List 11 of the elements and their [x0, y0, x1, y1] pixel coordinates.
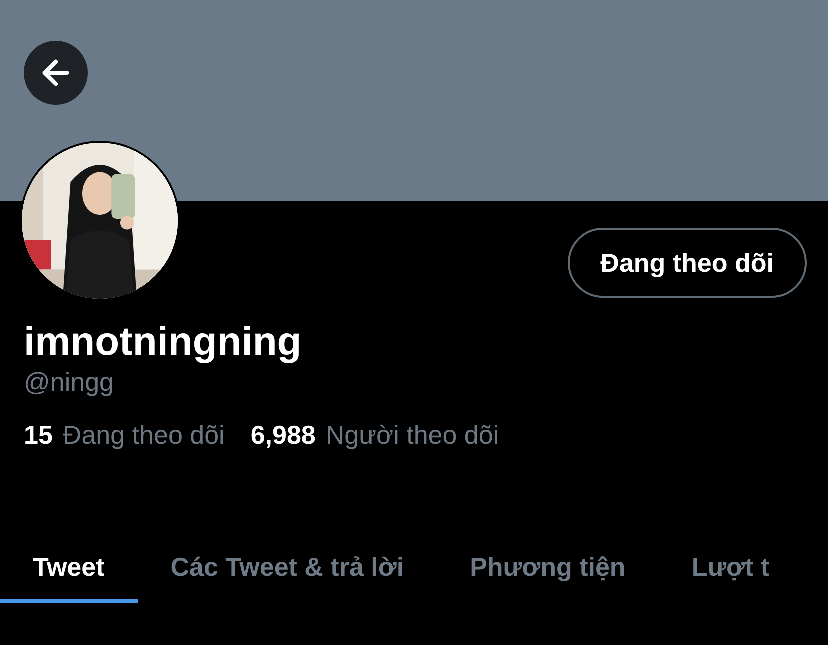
stat-count: 15 [24, 419, 53, 452]
profile-tab[interactable]: Phương tiện [437, 535, 659, 603]
stat-label[interactable]: Đang theo dõi [62, 416, 225, 455]
stat-label[interactable]: Người theo dõi [326, 416, 500, 455]
profile-tab[interactable]: Các Tweet & trả lời [138, 535, 438, 603]
following-button[interactable]: Đang theo dõi [568, 228, 807, 298]
username: @ningg [24, 366, 114, 398]
display-name: imnotningning [24, 319, 302, 366]
profile-tab[interactable]: Tweet [0, 535, 138, 603]
profile-tab[interactable]: Lượt t [658, 535, 803, 603]
stat-count: 6,988 [250, 419, 316, 452]
